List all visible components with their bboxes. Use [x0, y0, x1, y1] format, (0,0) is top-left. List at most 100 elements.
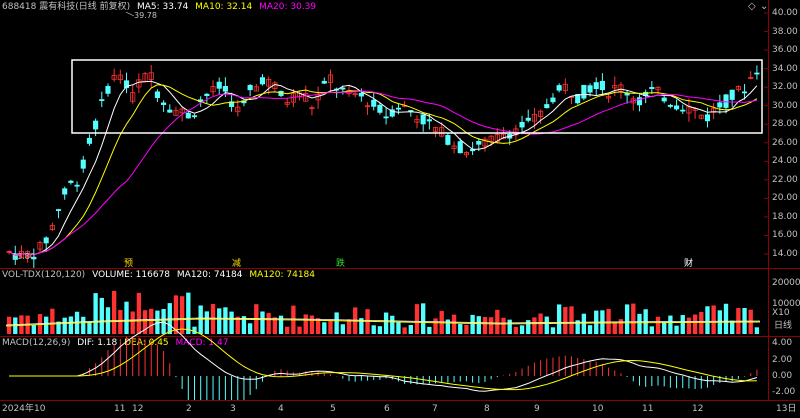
- month-label: 10: [592, 404, 604, 414]
- volume-bar: [371, 325, 376, 334]
- volume-bar: [711, 305, 716, 334]
- candle-body: [754, 72, 760, 75]
- volume-bar: [501, 317, 506, 334]
- volume-bar: [649, 326, 655, 334]
- volume-bar: [124, 301, 129, 334]
- price-tick: 18.00: [772, 211, 798, 222]
- candle-body: [581, 84, 587, 99]
- volume-bar: [668, 315, 673, 334]
- volume-bar: [136, 292, 142, 334]
- candle-body: [544, 104, 550, 109]
- candle-body: [185, 112, 191, 119]
- volume-bar: [247, 323, 253, 334]
- price-tick: 28.00: [772, 119, 798, 130]
- volume-bar: [260, 311, 265, 334]
- volume-bar: [526, 320, 531, 334]
- volume-bar: [612, 321, 617, 334]
- candle-body: [80, 159, 86, 169]
- candle-body: [43, 237, 49, 244]
- volume-bar: [674, 325, 679, 334]
- candle-body: [599, 80, 605, 91]
- volume-bar: [680, 315, 685, 334]
- volume-bar: [44, 316, 49, 334]
- candle-body: [383, 116, 389, 119]
- price-tick: 40.00: [772, 8, 798, 18]
- candle-body: [358, 92, 364, 97]
- volume-bar: [81, 316, 86, 334]
- time-axis[interactable]: 2024年 10 11 12 2 3 4 5 6 7 8 9 10 11 12 13日: [0, 400, 800, 418]
- volume-bar: [754, 327, 760, 334]
- candle-body: [741, 91, 748, 94]
- volume-bar: [662, 321, 667, 334]
- price-tick: 34.00: [772, 63, 798, 74]
- volume-bar: [87, 321, 92, 334]
- candle-body: [222, 86, 228, 92]
- candle-body: [74, 184, 80, 187]
- volume-bar: [328, 320, 333, 334]
- volume-bar: [204, 311, 210, 334]
- candle-body: [476, 141, 482, 145]
- month-label: 6: [384, 404, 390, 414]
- month-label: 2: [186, 404, 192, 414]
- volume-bar: [624, 304, 630, 334]
- volume-bar: [637, 313, 642, 334]
- month-label: 4: [278, 404, 284, 414]
- candle-body: [99, 99, 105, 102]
- volume-bar: [513, 326, 519, 334]
- event-tag: 财: [684, 257, 693, 269]
- candle-body: [723, 94, 729, 108]
- kline-chart[interactable]: 39.78 13.80 预 减 跌 财: [0, 0, 800, 400]
- volume-bar: [149, 308, 154, 334]
- volume-bar: [111, 290, 117, 334]
- candle-body: [154, 91, 160, 99]
- volume-bar: [532, 317, 537, 334]
- macd-tick: -2.00: [772, 387, 796, 397]
- candle-body: [704, 114, 711, 122]
- volume-bar: [297, 326, 302, 334]
- candle-body: [667, 104, 673, 107]
- price-tick: 30.00: [772, 100, 798, 111]
- month-label: 8: [484, 404, 490, 414]
- period-count: 13日: [776, 404, 797, 414]
- candle-body: [259, 77, 266, 85]
- volume-bar: [173, 295, 179, 334]
- volume-bar: [655, 316, 661, 334]
- volume-bar: [303, 314, 308, 334]
- price-tick: 36.00: [772, 45, 798, 56]
- ma20-line: [8, 90, 757, 256]
- candle-body: [377, 104, 383, 113]
- candle-body: [86, 137, 92, 144]
- volume-bar: [433, 318, 438, 334]
- candle-body: [204, 93, 210, 96]
- candle-body: [371, 99, 377, 107]
- month-label: 12: [132, 404, 144, 414]
- volume-bar: [723, 303, 729, 334]
- macd-tick: 2.00: [772, 355, 793, 365]
- month-label: 11: [114, 404, 126, 414]
- volume-bar: [408, 324, 413, 334]
- candle-body: [649, 87, 655, 89]
- candle-body: [420, 114, 426, 125]
- price-tick: 26.00: [772, 137, 798, 148]
- volume-bar: [402, 327, 407, 334]
- candle-body: [445, 135, 451, 145]
- event-tag: 跌: [336, 258, 345, 269]
- volume-bar: [581, 313, 587, 334]
- candle-body: [717, 102, 723, 108]
- volume-bar: [285, 326, 290, 334]
- volume-bar: [421, 303, 426, 334]
- ma5-line: [8, 80, 758, 256]
- macd-tick: 0.00: [772, 371, 793, 381]
- volume-bar: [383, 312, 389, 334]
- candle-body: [68, 180, 74, 183]
- price-tick: 32.00: [772, 82, 798, 93]
- candle-body: [247, 85, 253, 91]
- month-label: 7: [432, 404, 438, 414]
- volume-bar: [93, 293, 98, 334]
- candle-body: [525, 117, 531, 121]
- volume-bar: [699, 311, 704, 334]
- price-tick: 20.00: [772, 193, 798, 204]
- candle-body: [680, 109, 686, 112]
- volume-bar: [563, 307, 568, 334]
- price-tick: 38.00: [772, 26, 798, 37]
